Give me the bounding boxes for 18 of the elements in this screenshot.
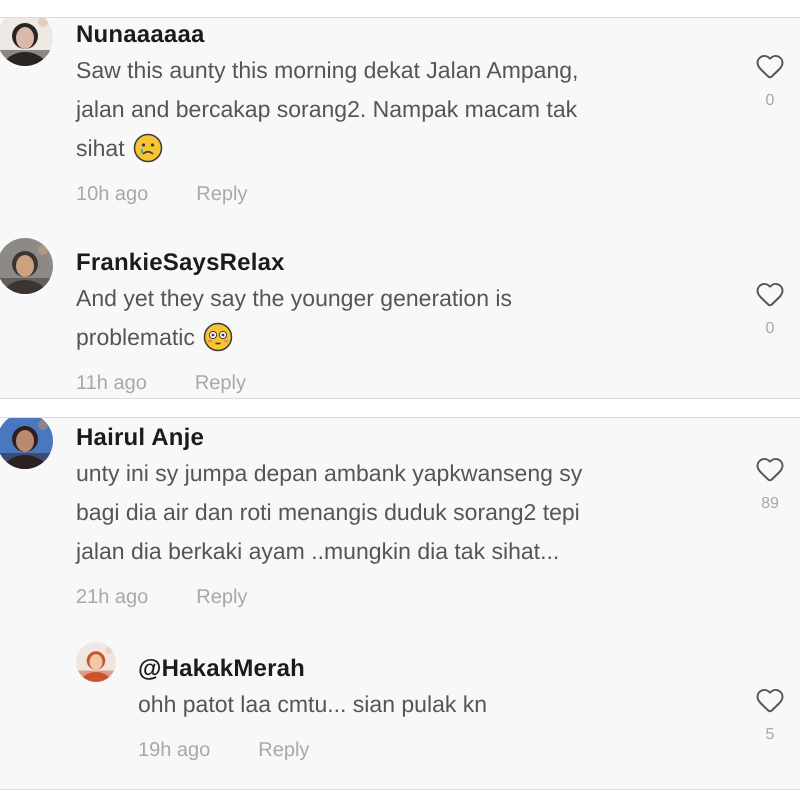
like-count: 0 <box>766 319 774 339</box>
crying-face-icon <box>132 132 163 163</box>
username[interactable]: FrankieSaysRelax <box>76 251 796 275</box>
like-count: 5 <box>766 725 774 745</box>
username[interactable]: Nunaaaaaa <box>76 23 796 47</box>
like-count: 89 <box>761 494 779 514</box>
timestamp: 19h ago <box>138 738 210 762</box>
like-count: 0 <box>766 91 774 111</box>
username[interactable]: Hairul Anje <box>76 426 796 450</box>
timestamp: 10h ago <box>76 182 148 206</box>
timestamp: 21h ago <box>76 585 148 609</box>
comment-text: Saw this aunty this morning dekat Jalan Ampang, jalan and bercakap sorang2. Nampak macam tak sihat <box>76 56 580 165</box>
username[interactable]: @HakakMerah <box>138 657 796 681</box>
comment-text: unty ini sy jumpa depan ambank yapkwanseng sy bagi dia air dan roti menangis duduk sorang2 tepi jalan dia berkaki ayam ..mungkin dia tak sihat... <box>76 459 584 566</box>
comment-text: ohh patot laa cmtu... sian pulak kn <box>138 690 488 719</box>
timestamp: 11h ago <box>76 371 147 395</box>
comment-text: And yet they say the younger generation is problematic <box>76 284 514 354</box>
flushed-face-icon <box>202 322 233 352</box>
